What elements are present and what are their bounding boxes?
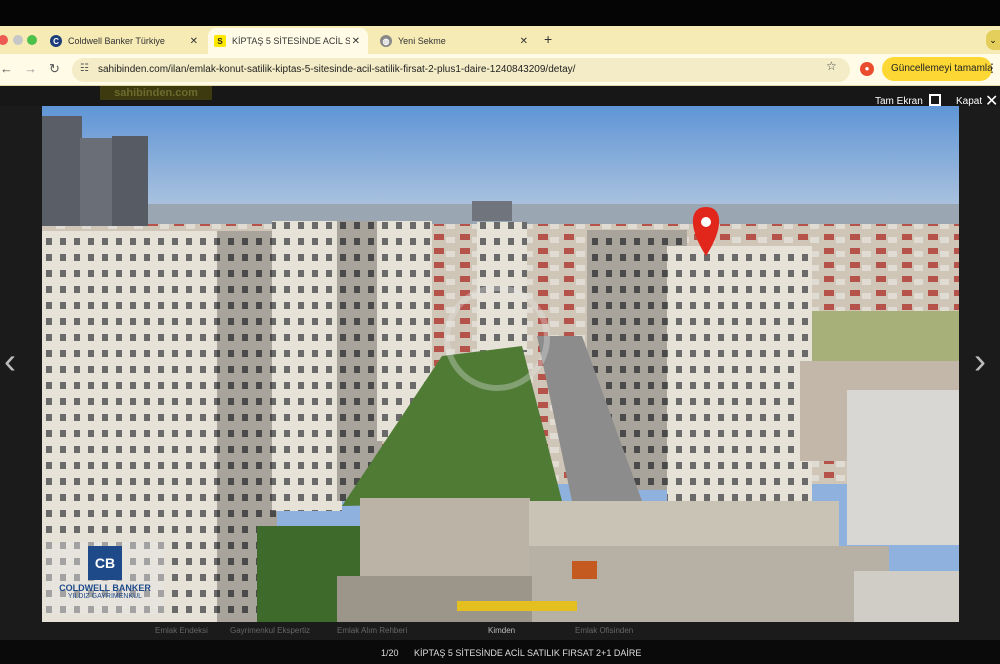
forward-arrow-icon[interactable]: → [24,61,37,76]
window-minimize-dot[interactable] [13,35,23,45]
reload-icon[interactable]: ↻ [49,61,60,77]
chrome-favicon-icon: ◍ [380,35,392,47]
update-button-label: Güncellemeyi tamamla [891,63,992,74]
tab-label: Coldwell Banker Türkiye [68,36,165,46]
site-logo: sahibinden.com [100,86,212,100]
footer-link: Emlak Endeksi [155,626,208,635]
aerial-building-scene [42,106,959,622]
browser-toolbar: ← → ↻ ☷ sahibinden.com/ilan/emlak-konut-… [0,54,1000,86]
sahibinden-favicon-icon: S [214,35,226,47]
browser-menu-icon[interactable]: ⋮ [986,61,998,75]
tab-search-chevron-icon[interactable]: ⌄ [986,30,1000,50]
site-info-icon[interactable]: ☷ [80,63,89,74]
window-close-dot[interactable] [0,35,8,45]
photo-caption: KİPTAŞ 5 SİTESİNDE ACİL SATILIK FIRSAT 2… [414,648,642,658]
fullscreen-icon[interactable] [929,94,941,106]
watermark-subtitle: YILDIZ GAYRİMENKUL [67,593,143,600]
coldwell-banker-favicon-icon: C [50,35,62,47]
photo-counter: 1/20 [381,648,399,658]
tab-strip: C Coldwell Banker Türkiye ✕ S KİPTAŞ 5 S… [0,26,1000,54]
address-bar[interactable]: ☷ sahibinden.com/ilan/emlak-konut-satili… [72,58,850,82]
site-header-dimmed: sahibinden.com [0,86,1000,106]
tab-label: Yeni Sekme [398,36,446,46]
os-top-bar [0,0,1000,26]
footer-link: Kimden [488,626,516,635]
footer-link: Emlak Alım Rehberi [337,626,408,635]
tab-coldwell-banker[interactable]: C Coldwell Banker Türkiye ✕ [46,28,206,54]
tab-new[interactable]: ◍ Yeni Sekme ✕ [376,28,536,54]
footer-link: Emlak Ofisinden [575,626,634,635]
next-photo-arrow-icon[interactable]: › [974,340,986,382]
extension-icon[interactable]: ● [860,62,874,76]
back-arrow-icon[interactable]: ← [0,61,13,76]
close-tab-icon[interactable]: ✕ [352,36,360,47]
watermark-brand: COLDWELL BANKER [59,583,151,593]
window-zoom-dot[interactable] [27,35,37,45]
close-tab-icon[interactable]: ✕ [190,36,198,47]
close-tab-icon[interactable]: ✕ [520,36,528,47]
bookmark-star-icon[interactable]: ☆ [826,59,837,73]
listing-photo: CB COLDWELL BANKER YILDIZ GAYRİMENKUL [42,106,959,622]
coldwell-banker-watermark: CB COLDWELL BANKER YILDIZ GAYRİMENKUL [46,542,164,614]
new-tab-plus-icon[interactable]: + [544,31,552,47]
update-button[interactable]: Güncellemeyi tamamla [882,57,992,81]
previous-photo-arrow-icon[interactable]: ‹ [4,340,16,382]
close-icon[interactable]: ✕ [985,91,998,111]
tab-sahibinden[interactable]: S KİPTAŞ 5 SİTESİNDE ACİL SA ✕ [208,28,368,54]
close-label[interactable]: Kapat [956,96,982,107]
tab-label: KİPTAŞ 5 SİTESİNDE ACİL SA [232,36,350,46]
cb-logo-icon: CB [88,546,122,580]
footer-link: Gayrimenkul Ekspertiz [230,626,311,635]
url-text[interactable]: sahibinden.com/ilan/emlak-konut-satilik-… [98,64,575,75]
